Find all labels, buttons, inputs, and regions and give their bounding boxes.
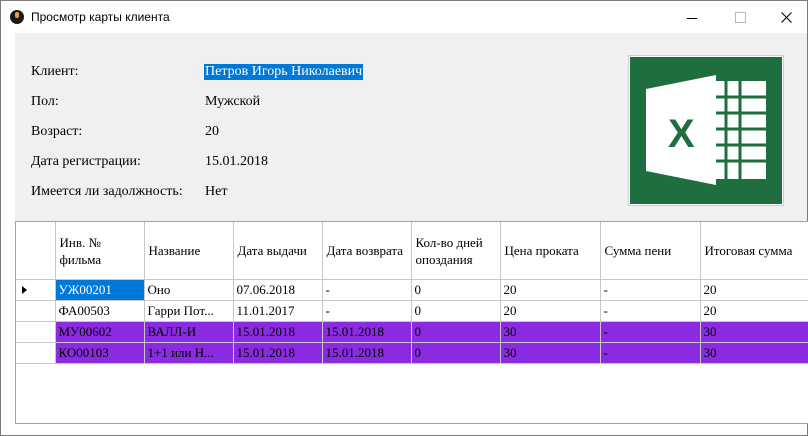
close-button[interactable] <box>763 1 808 33</box>
client-name-field[interactable]: Петров Игорь Николаевич <box>204 64 364 80</box>
excel-icon: X <box>630 57 782 204</box>
export-excel-button[interactable]: X <box>628 55 784 206</box>
table-cell[interactable]: - <box>322 279 412 301</box>
table-cell[interactable]: 20 <box>700 279 808 301</box>
title-bar: Просмотр карты клиента <box>1 1 807 33</box>
current-row-arrow-icon <box>22 286 27 294</box>
table-cell[interactable]: 1+1 или Н... <box>144 342 234 364</box>
rentals-table: Инв. № фильма Название Дата выдачи Дата … <box>15 221 808 424</box>
minimize-button[interactable] <box>669 1 715 33</box>
table-cell[interactable]: 0 <box>411 279 501 301</box>
table-header-row: Инв. № фильма Название Дата выдачи Дата … <box>16 222 808 280</box>
table-cell[interactable]: 11.01.2017 <box>233 300 323 322</box>
table-cell[interactable]: 30 <box>700 321 808 343</box>
debt-value: Нет <box>205 184 228 199</box>
table-cell[interactable]: 30 <box>500 321 601 343</box>
table-cell[interactable]: КО00103 <box>55 342 145 364</box>
registration-label: Дата регистрации: <box>31 154 141 169</box>
table-cell[interactable]: ФА00503 <box>55 300 145 322</box>
table-cell[interactable]: 20 <box>500 279 601 301</box>
gender-label: Пол: <box>31 94 59 109</box>
maximize-icon <box>734 11 746 23</box>
svg-text:X: X <box>668 112 695 156</box>
table-cell[interactable]: Гарри Пот... <box>144 300 234 322</box>
table-row[interactable]: УЖ00201 Оно 07.06.2018 - 0 20 - 20 <box>16 279 808 301</box>
column-header-inv-number[interactable]: Инв. № фильма <box>55 222 145 280</box>
table-cell[interactable]: 15.01.2018 <box>322 342 412 364</box>
client-info-panel: Клиент: Петров Игорь Николаевич Пол: Муж… <box>15 33 807 221</box>
row-header-corner <box>16 222 56 280</box>
table-cell[interactable]: 15.01.2018 <box>322 321 412 343</box>
table-cell[interactable]: Оно <box>144 279 234 301</box>
table-row[interactable]: МУ00602 ВАЛЛ-И 15.01.2018 15.01.2018 0 3… <box>16 321 808 343</box>
table-cell[interactable]: МУ00602 <box>55 321 145 343</box>
app-icon <box>10 10 24 24</box>
table-cell[interactable]: 07.06.2018 <box>233 279 323 301</box>
row-header[interactable] <box>16 300 56 322</box>
debt-label: Имеется ли задолжность: <box>31 184 183 199</box>
table-cell[interactable]: 20 <box>700 300 808 322</box>
table-cell[interactable]: 30 <box>500 342 601 364</box>
table-cell[interactable]: 20 <box>500 300 601 322</box>
column-header-penalty[interactable]: Сумма пени <box>600 222 701 280</box>
row-header[interactable] <box>16 321 56 343</box>
column-header-title[interactable]: Название <box>144 222 234 280</box>
table-cell[interactable]: УЖ00201 <box>55 279 145 301</box>
column-header-issue-date[interactable]: Дата выдачи <box>233 222 323 280</box>
column-header-rental-price[interactable]: Цена проката <box>500 222 601 280</box>
client-label: Клиент: <box>31 64 79 79</box>
row-header[interactable] <box>16 279 56 301</box>
age-label: Возраст: <box>31 124 83 139</box>
maximize-button[interactable] <box>717 1 763 33</box>
table-cell[interactable]: 30 <box>700 342 808 364</box>
close-icon <box>780 11 792 23</box>
table-cell[interactable]: - <box>600 300 701 322</box>
age-value: 20 <box>205 124 219 139</box>
window-title: Просмотр карты клиента <box>31 10 170 24</box>
table-cell[interactable]: ВАЛЛ-И <box>144 321 234 343</box>
column-header-late-days[interactable]: Кол-во дней опоздания <box>411 222 501 280</box>
table-cell[interactable]: 0 <box>411 321 501 343</box>
table-cell[interactable]: - <box>600 321 701 343</box>
column-header-total[interactable]: Итоговая сумма <box>700 222 808 280</box>
table-row[interactable]: ФА00503 Гарри Пот... 11.01.2017 - 0 20 -… <box>16 300 808 322</box>
minimize-icon <box>687 17 697 19</box>
table-cell[interactable]: 15.01.2018 <box>233 342 323 364</box>
registration-date-value: 15.01.2018 <box>205 154 268 169</box>
table-cell[interactable]: 0 <box>411 300 501 322</box>
table-row[interactable]: КО00103 1+1 или Н... 15.01.2018 15.01.20… <box>16 342 808 364</box>
table-cell[interactable]: - <box>322 300 412 322</box>
column-header-return-date[interactable]: Дата возврата <box>322 222 412 280</box>
table-cell[interactable]: 0 <box>411 342 501 364</box>
table-cell[interactable]: 15.01.2018 <box>233 321 323 343</box>
gender-value: Мужской <box>205 94 261 109</box>
table-cell[interactable]: - <box>600 342 701 364</box>
row-header[interactable] <box>16 342 56 364</box>
table-cell[interactable]: - <box>600 279 701 301</box>
client-card-window: Просмотр карты клиента Клиент: Петров Иг… <box>0 0 808 436</box>
